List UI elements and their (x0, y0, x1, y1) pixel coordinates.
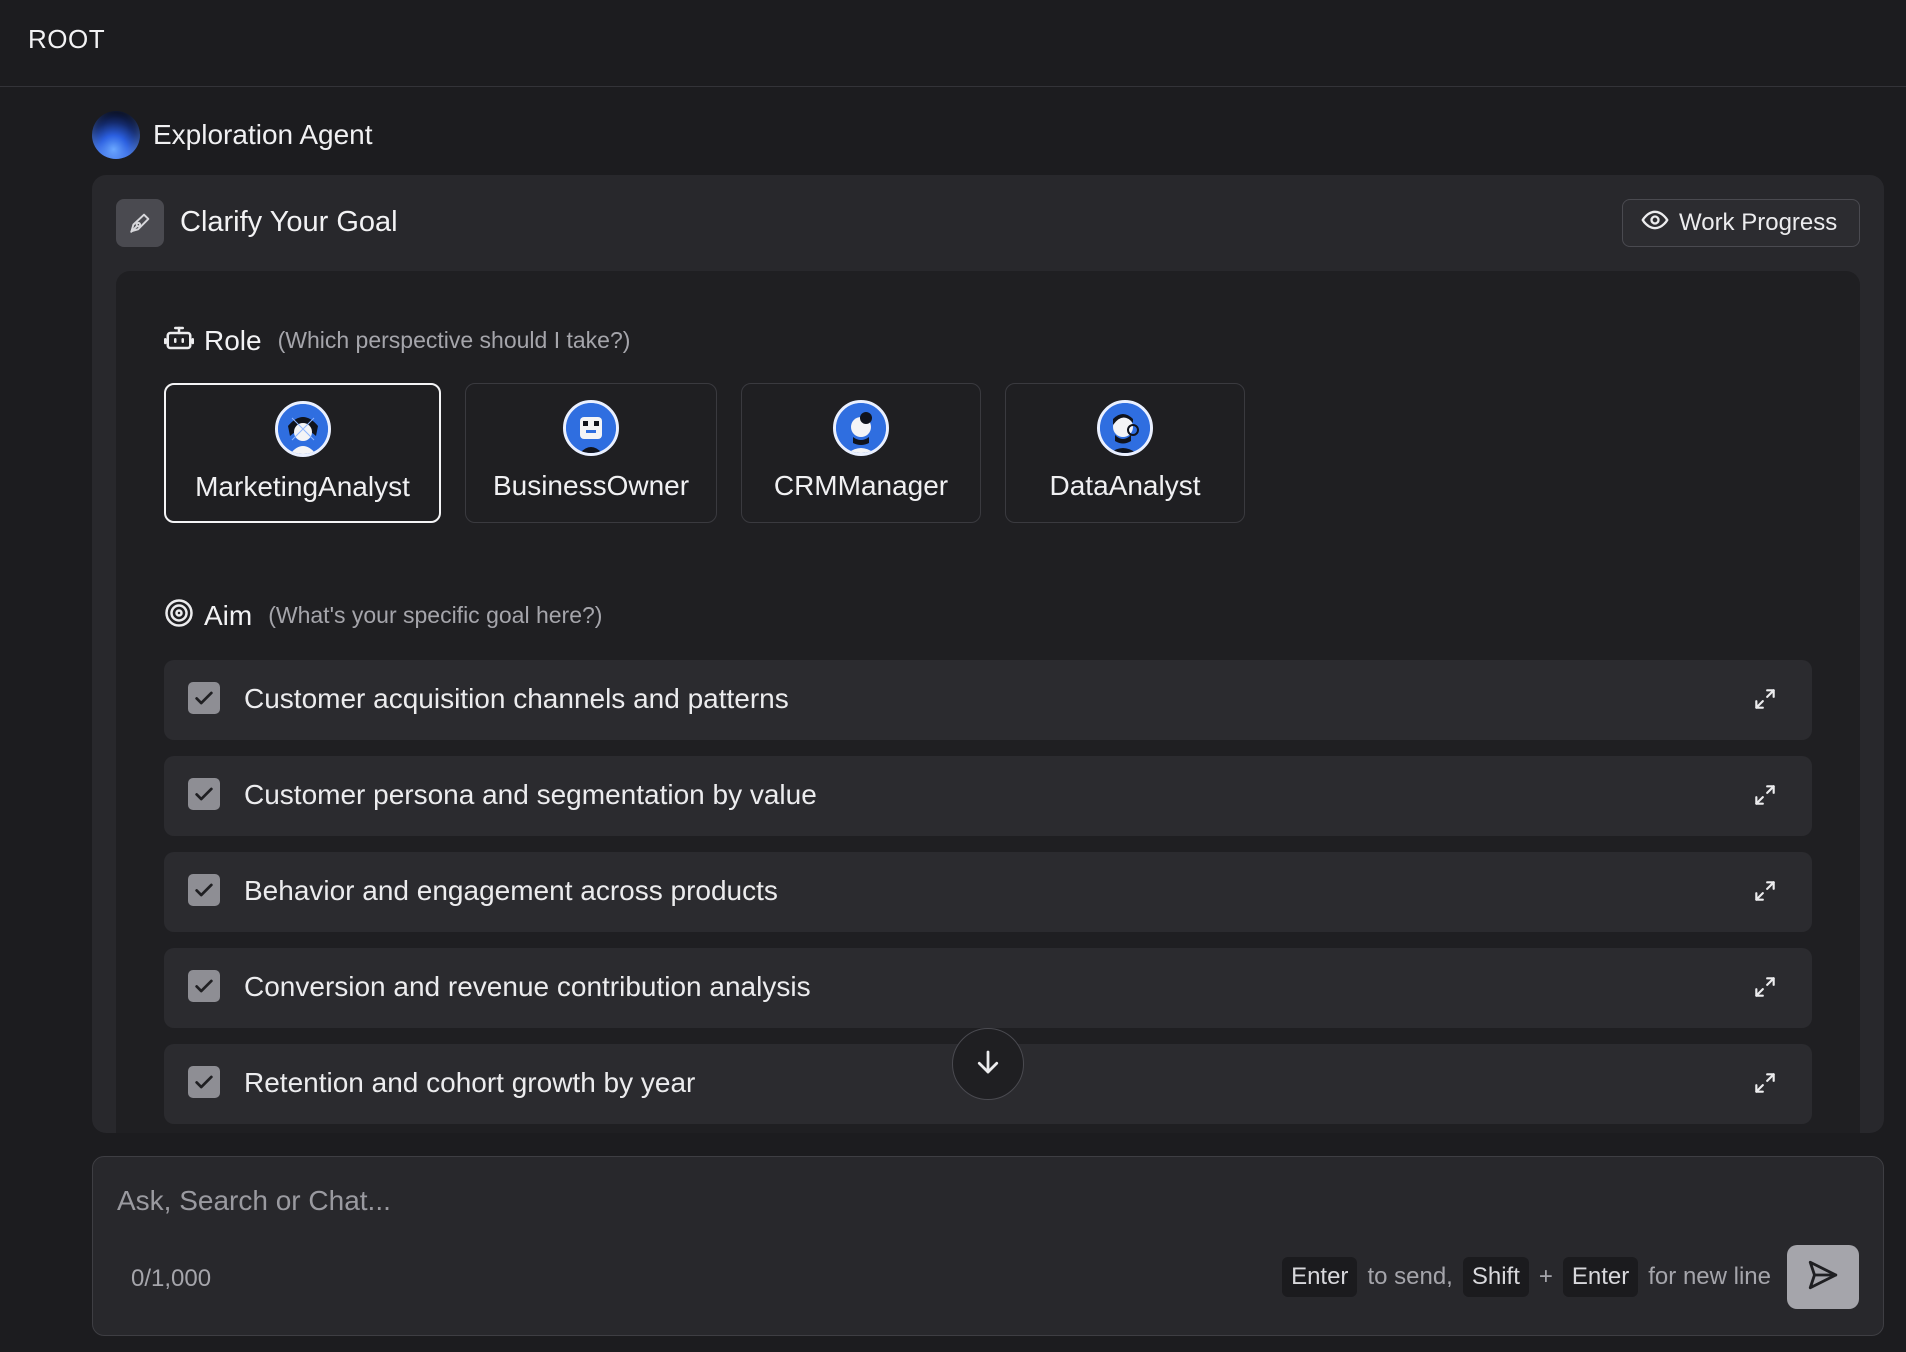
expand-icon[interactable] (1752, 878, 1778, 904)
for-new-line-text: for new line (1648, 1263, 1771, 1290)
role-option-business-owner[interactable]: BusinessOwner (465, 383, 717, 523)
expand-icon[interactable] (1752, 974, 1778, 1000)
work-progress-button[interactable]: Work Progress (1622, 199, 1860, 247)
role-option-label: MarketingAnalyst (195, 471, 410, 502)
aim-item[interactable]: Conversion and revenue contribution anal… (164, 948, 1812, 1028)
role-label: Role (204, 324, 262, 356)
checkbox-checked[interactable] (188, 874, 220, 906)
panel-header: Clarify Your Goal Work Progress (92, 175, 1884, 270)
role-option-label: BusinessOwner (492, 470, 690, 501)
aim-item-text: Customer acquisition channels and patter… (244, 683, 789, 714)
aim-item[interactable]: Customer persona and segmentation by val… (164, 756, 1812, 836)
target-icon (164, 598, 194, 633)
plus-text: + (1538, 1263, 1553, 1290)
send-button[interactable] (1787, 1245, 1859, 1309)
eye-icon (1641, 206, 1669, 241)
expand-icon[interactable] (1752, 1070, 1778, 1096)
role-section-label: Role (Which perspective should I take?) (164, 323, 630, 358)
role-option-label: CRMManager (773, 470, 949, 501)
send-icon (1806, 1258, 1840, 1297)
to-send-text: to send, (1367, 1263, 1453, 1290)
checkbox-checked[interactable] (188, 778, 220, 810)
brand-logo-text[interactable]: ROOT (28, 24, 105, 55)
role-option-label: DataAnalyst (1049, 470, 1201, 501)
checkbox-checked[interactable] (188, 1066, 220, 1098)
checkbox-checked[interactable] (188, 682, 220, 714)
shift-key: Shift (1462, 1257, 1529, 1297)
aim-section-label: Aim (What's your specific goal here?) (164, 598, 602, 633)
enter-key: Enter (1562, 1257, 1639, 1297)
expand-icon[interactable] (1752, 686, 1778, 712)
role-option-crm-manager[interactable]: CRMManager (741, 383, 981, 523)
aim-item[interactable]: Behavior and engagement across products (164, 852, 1812, 932)
enter-key: Enter (1282, 1257, 1358, 1297)
aim-item-text: Behavior and engagement across products (244, 875, 778, 906)
top-bar: ROOT (0, 0, 1906, 87)
scroll-down-button[interactable] (952, 1028, 1024, 1100)
chat-input[interactable] (117, 1179, 1817, 1223)
agent-header: Exploration Agent (92, 110, 373, 160)
aim-item-text: Conversion and revenue contribution anal… (244, 971, 811, 1002)
keyboard-hints: Enter to send, Shift + Enter for new lin… (1282, 1257, 1771, 1297)
character-counter: 0/1,000 (131, 1265, 212, 1292)
goal-form: Role (Which perspective should I take?) … (116, 271, 1860, 1133)
role-option-data-analyst[interactable]: DataAnalyst (1005, 383, 1245, 523)
role-option-marketing-analyst[interactable]: MarketingAnalyst (164, 383, 441, 523)
arrow-down-icon (973, 1047, 1003, 1082)
role-hint: (Which perspective should I take?) (277, 327, 631, 353)
agent-avatar (92, 111, 140, 159)
crm-manager-avatar-icon (833, 400, 889, 456)
checkbox-checked[interactable] (188, 970, 220, 1002)
data-analyst-avatar-icon (1097, 400, 1153, 456)
panel-title: Clarify Your Goal (180, 206, 398, 238)
role-options: MarketingAnalyst BusinessOwner CRMManage… (164, 383, 1245, 523)
aim-item[interactable]: Customer acquisition channels and patter… (164, 660, 1812, 740)
aim-item-text: Retention and cohort growth by year (244, 1067, 696, 1098)
aim-label: Aim (204, 599, 253, 631)
aim-item-text: Customer persona and segmentation by val… (244, 779, 817, 810)
aim-hint: (What's your specific goal here?) (268, 602, 603, 628)
marketing-analyst-avatar-icon (274, 401, 331, 457)
clarify-goal-panel: Clarify Your Goal Work Progress Role (Wh… (92, 175, 1884, 1133)
pen-tool-icon (116, 199, 164, 247)
agent-name: Exploration Agent (153, 119, 373, 150)
expand-icon[interactable] (1752, 782, 1778, 808)
robot-icon (164, 323, 194, 358)
business-owner-avatar-icon (563, 400, 619, 456)
work-progress-label: Work Progress (1679, 209, 1838, 236)
chat-composer: 0/1,000 Enter to send, Shift + Enter for… (92, 1156, 1884, 1336)
